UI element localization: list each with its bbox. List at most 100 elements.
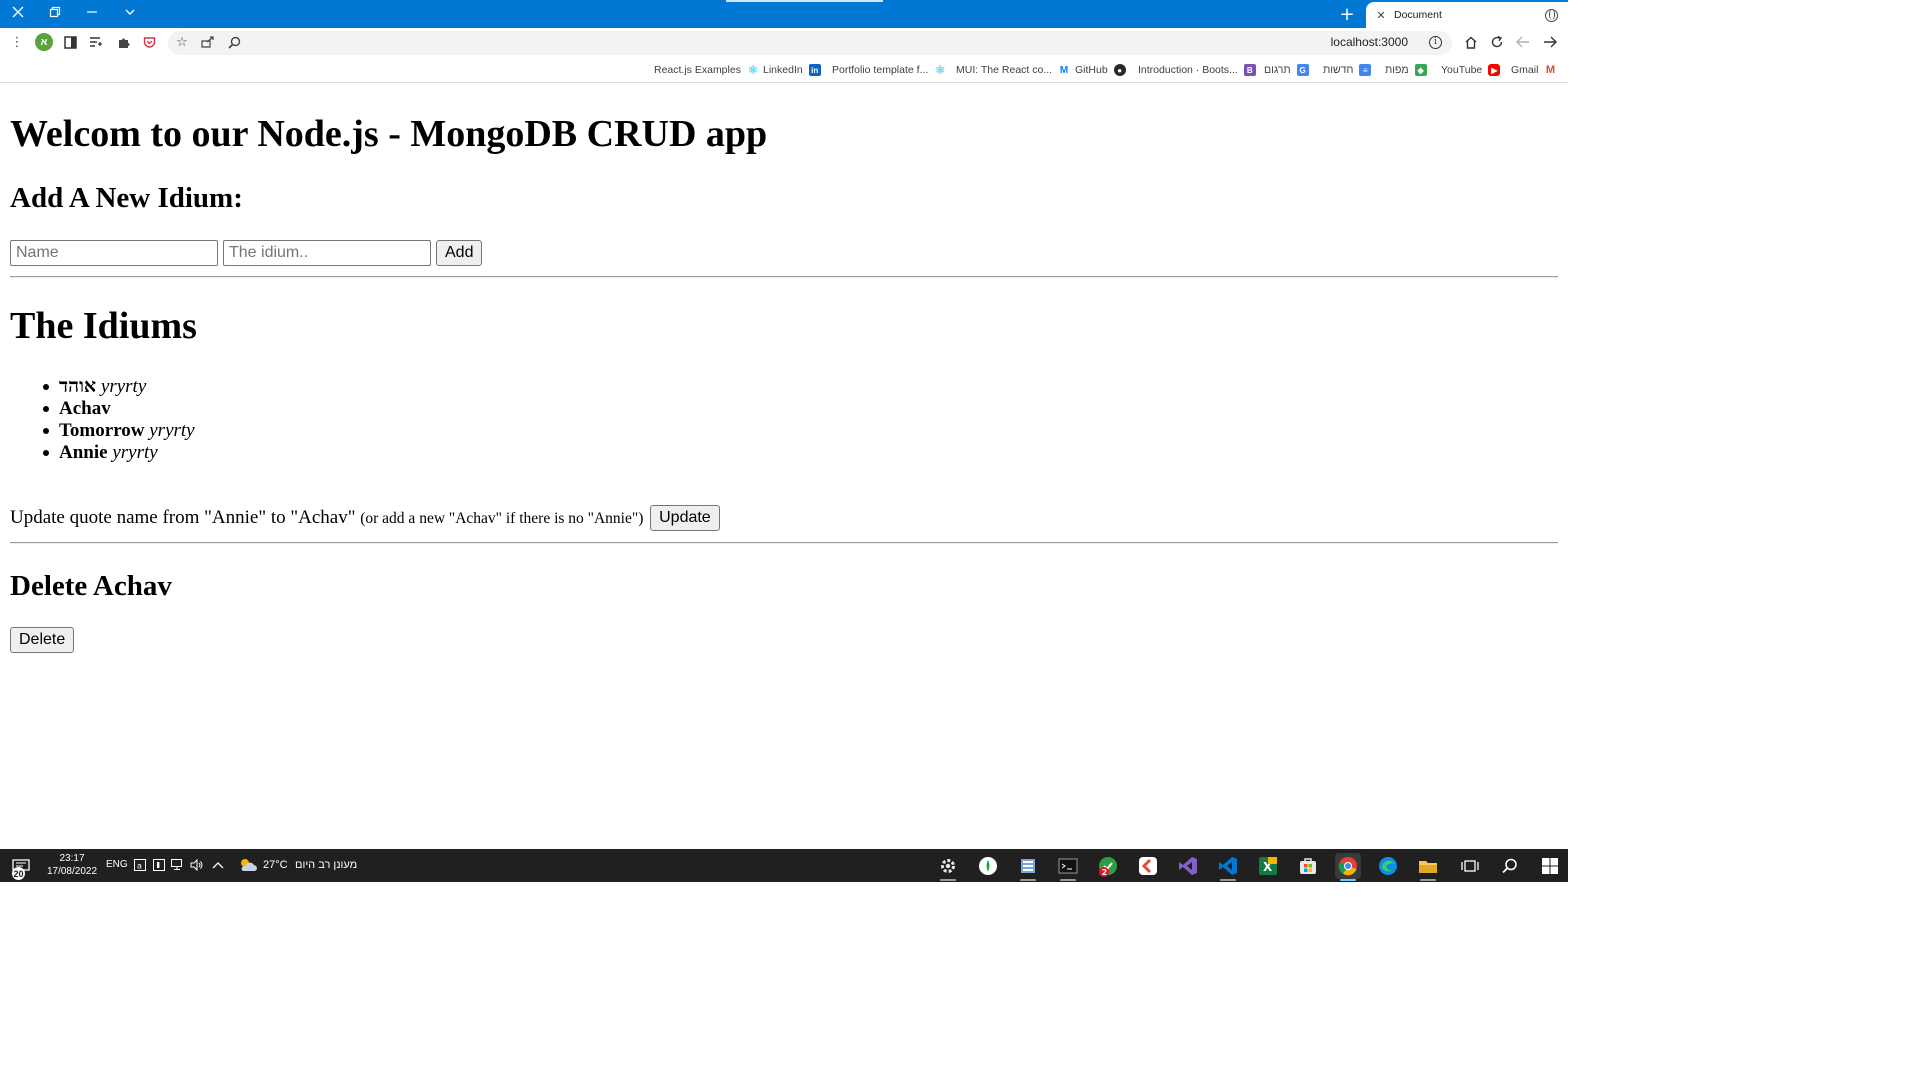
- idium-input[interactable]: [223, 240, 431, 266]
- minimize-window-button[interactable]: [74, 0, 110, 24]
- bookmark-linkedin[interactable]: LinkedIn in: [763, 62, 821, 78]
- running-indicator: [1220, 879, 1236, 881]
- title-bar: + ✕ Document: [0, 0, 1568, 28]
- update-button[interactable]: Update: [650, 505, 720, 531]
- list-item: אוהד yryrty: [43, 376, 195, 398]
- vscode-icon[interactable]: [1215, 853, 1241, 879]
- bookmark-translate[interactable]: תרגום G: [1264, 62, 1309, 78]
- bookmark-portfolio-template[interactable]: Portfolio template f... ⚛: [832, 62, 946, 78]
- notification-center-button[interactable]: 20: [10, 856, 32, 880]
- idium-name: Achav: [59, 398, 111, 419]
- bookmark-label: LinkedIn: [763, 64, 803, 76]
- home-icon[interactable]: [1461, 32, 1481, 52]
- reload-icon[interactable]: [1487, 32, 1507, 52]
- forward-arrow-icon[interactable]: [1513, 32, 1533, 52]
- url-text[interactable]: localhost:3000: [1331, 35, 1408, 49]
- settings-icon[interactable]: [935, 853, 961, 879]
- weather-description[interactable]: מעונן רב היום: [295, 859, 357, 871]
- update-section: Update quote name from "Annie" to "Achav…: [10, 505, 720, 532]
- bookmark-news[interactable]: חדשות ≡: [1323, 62, 1372, 78]
- bookmark-star-icon[interactable]: ☆: [172, 32, 192, 52]
- git-kraken-icon[interactable]: [1135, 853, 1161, 879]
- visual-studio-icon[interactable]: [1175, 853, 1201, 879]
- greenshot-icon[interactable]: 2: [1095, 853, 1121, 879]
- excel-icon[interactable]: X: [1255, 853, 1281, 879]
- page-title: Welcom to our Node.js - MongoDB CRUD app: [10, 113, 768, 155]
- chrome-icon[interactable]: [1335, 853, 1361, 879]
- restore-window-button[interactable]: [37, 0, 73, 24]
- show-hidden-icons-chevron-icon[interactable]: [211, 858, 225, 872]
- weather-cloud-icon[interactable]: [238, 858, 258, 872]
- delete-button[interactable]: Delete: [10, 627, 75, 653]
- svg-text:a: a: [137, 862, 142, 871]
- search-icon[interactable]: [1497, 853, 1523, 879]
- bookmark-github[interactable]: GitHub ●: [1075, 62, 1126, 78]
- site-info-icon[interactable]: i: [1429, 36, 1442, 49]
- bookmark-mui[interactable]: MUI: The React co... M: [956, 62, 1070, 78]
- news-icon: ≡: [1359, 64, 1372, 76]
- windows-taskbar: 20 23:17 17/08/2022 ENG a 27°C מעונן רב …: [0, 849, 1568, 882]
- idium-name: אוהד: [59, 376, 97, 397]
- bookmark-youtube[interactable]: YouTube ▶: [1441, 62, 1501, 78]
- idium-quote: yryrty: [100, 376, 147, 397]
- bookmark-bootstrap[interactable]: Introduction · Boots... B: [1138, 62, 1256, 78]
- bootstrap-icon: B: [1243, 64, 1256, 76]
- clock-date: 17/08/2022: [46, 866, 98, 877]
- keyboard-layout-icon[interactable]: [152, 858, 166, 872]
- update-note: (or add a new "Achav" if there is no "An…: [360, 510, 644, 527]
- update-description: Update quote name from "Annie" to "Achav…: [10, 507, 356, 528]
- file-archive-icon[interactable]: [1015, 853, 1041, 879]
- input-language[interactable]: ENG: [106, 859, 128, 870]
- chrome-badge: 2: [1102, 868, 1108, 877]
- add-idium-heading: Add A New Idium:: [10, 182, 243, 214]
- zoom-icon[interactable]: [224, 32, 244, 52]
- divider: [10, 542, 1558, 544]
- task-view-icon[interactable]: [1457, 853, 1483, 879]
- name-input[interactable]: [10, 240, 218, 266]
- share-icon[interactable]: [198, 32, 218, 52]
- gmail-icon: M: [1545, 64, 1555, 76]
- start-icon[interactable]: [1537, 853, 1563, 879]
- idium-name: Annie: [59, 442, 108, 463]
- add-button[interactable]: Add: [436, 240, 483, 266]
- clock[interactable]: 23:17 17/08/2022: [44, 852, 100, 878]
- weather-temperature[interactable]: 27°C: [263, 859, 288, 871]
- chevron-down-icon: [125, 9, 135, 15]
- reading-list-icon[interactable]: [86, 32, 106, 52]
- mongodb-compass-icon[interactable]: [975, 853, 1001, 879]
- profile-avatar[interactable]: א: [35, 33, 53, 51]
- plus-icon: +: [1339, 3, 1355, 25]
- edge-icon[interactable]: [1375, 853, 1401, 879]
- delete-heading: Delete Achav: [10, 570, 172, 602]
- store-icon[interactable]: [1295, 853, 1321, 879]
- volume-icon[interactable]: [190, 858, 204, 872]
- extensions-puzzle-icon[interactable]: [113, 32, 133, 52]
- new-tab-button[interactable]: +: [1336, 3, 1358, 25]
- bookmark-label: YouTube: [1441, 64, 1483, 76]
- close-window-button[interactable]: [0, 0, 36, 24]
- github-icon: ●: [1113, 64, 1126, 76]
- side-panel-icon[interactable]: [60, 32, 80, 52]
- idiums-heading: The Idiums: [10, 305, 197, 347]
- globe-icon: [1545, 8, 1558, 22]
- tab-document[interactable]: ✕ Document: [1366, 2, 1568, 28]
- file-explorer-icon[interactable]: [1415, 853, 1441, 879]
- tab-title: Document: [1394, 9, 1442, 21]
- bookmark-label: MUI: The React co...: [956, 64, 1053, 76]
- youtube-icon: ▶: [1488, 64, 1501, 76]
- maps-icon: ◆: [1414, 64, 1427, 76]
- running-indicator: [940, 879, 956, 881]
- bookmark-react-examples[interactable]: React.js Examples ⚛: [654, 62, 759, 78]
- bookmark-maps[interactable]: מפות ◆: [1385, 62, 1427, 78]
- bookmark-label: GitHub: [1075, 64, 1108, 76]
- bookmark-gmail[interactable]: Gmail M: [1511, 62, 1556, 78]
- terminal-icon[interactable]: [1055, 853, 1081, 879]
- address-bar[interactable]: localhost:3000 i: [168, 31, 1452, 55]
- ime-icon[interactable]: a: [133, 858, 147, 872]
- pocket-extension-icon[interactable]: [139, 32, 159, 52]
- network-icon[interactable]: [171, 858, 185, 872]
- back-arrow-icon[interactable]: [1540, 32, 1560, 52]
- menu-kebab-icon[interactable]: ⋮: [7, 32, 27, 52]
- tab-search-button[interactable]: [112, 0, 148, 24]
- close-tab-icon[interactable]: ✕: [1374, 9, 1388, 22]
